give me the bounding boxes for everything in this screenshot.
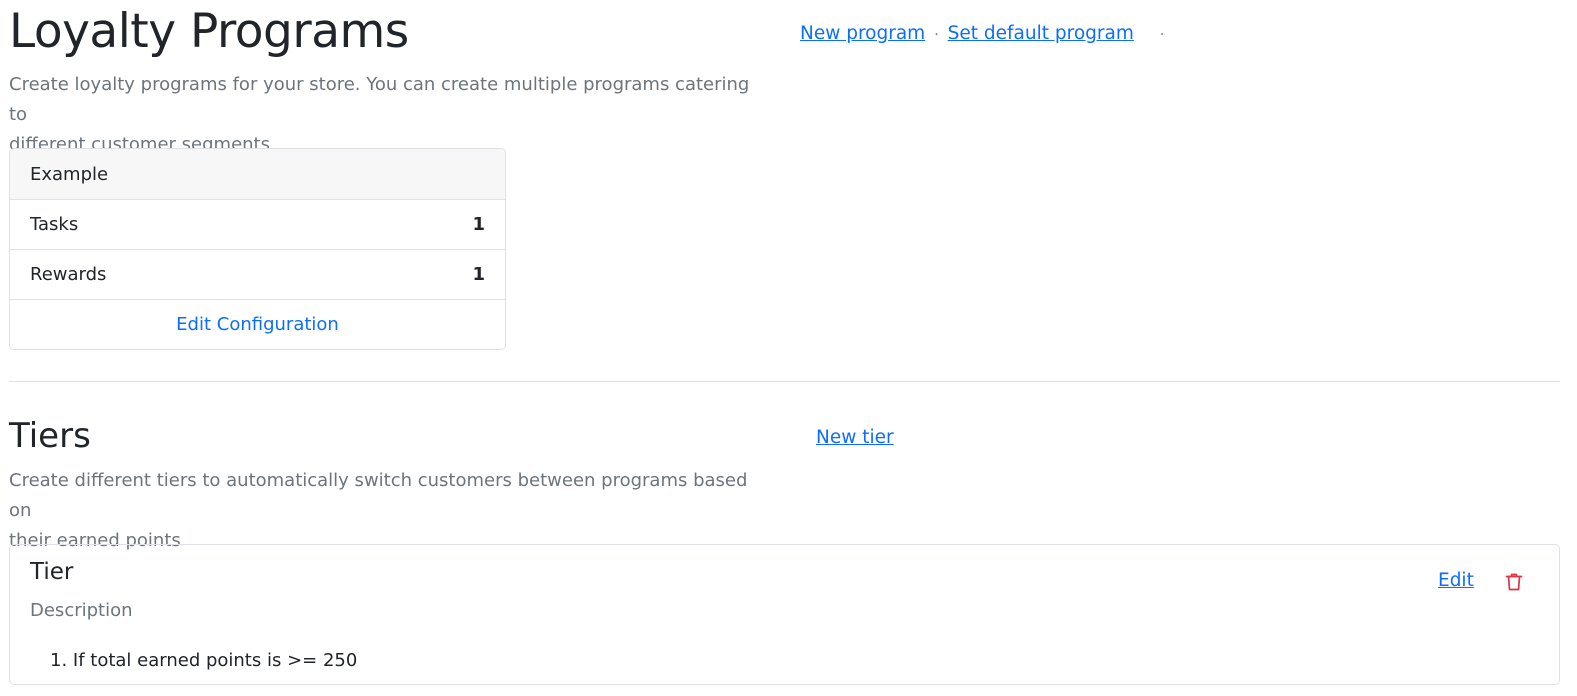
tiers-title: Tiers (9, 416, 91, 456)
section-divider (9, 381, 1560, 382)
program-card-footer: Edit Configuration (10, 299, 505, 349)
program-name: Example (30, 163, 109, 185)
set-default-program-link[interactable]: Set default program (948, 23, 1134, 44)
program-stat-label: Rewards (30, 264, 107, 285)
program-actions: New program · Set default program · (800, 20, 1173, 49)
loyalty-page: Loyalty Programs New program · Set default… (0, 0, 1577, 696)
edit-configuration-link[interactable]: Edit Configuration (176, 314, 339, 335)
tier-name: Tier (30, 559, 74, 585)
tiers-description: Create different tiers to automatically … (9, 466, 769, 556)
separator-dot: · (934, 27, 939, 43)
new-tier-link[interactable]: New tier (816, 424, 894, 452)
tier-condition: 1. If total earned points is >= 250 (50, 650, 358, 671)
program-card: Example Tasks 1 Rewards 1 Edit Configura… (9, 148, 506, 350)
program-stat-row: Tasks 1 (10, 199, 505, 249)
trash-icon[interactable] (1503, 571, 1525, 593)
program-stat-value: 1 (472, 264, 485, 285)
tier-card: Tier Description 1. If total earned poin… (9, 544, 1560, 685)
program-stat-label: Tasks (30, 214, 79, 235)
program-stat-value: 1 (472, 214, 485, 235)
tier-description: Description (30, 600, 133, 621)
program-stat-row: Rewards 1 (10, 249, 505, 299)
separator-dot-trailing: · (1159, 27, 1165, 43)
programs-description: Create loyalty programs for your store. … (9, 70, 769, 160)
tiers-description-line1: Create different tiers to automatically … (9, 470, 748, 521)
programs-description-line1: Create loyalty programs for your store. … (9, 74, 750, 125)
program-card-header: Example (10, 149, 505, 199)
new-program-link[interactable]: New program (800, 23, 925, 44)
tier-edit-link[interactable]: Edit (1438, 567, 1474, 595)
page-title: Loyalty Programs (9, 4, 409, 59)
